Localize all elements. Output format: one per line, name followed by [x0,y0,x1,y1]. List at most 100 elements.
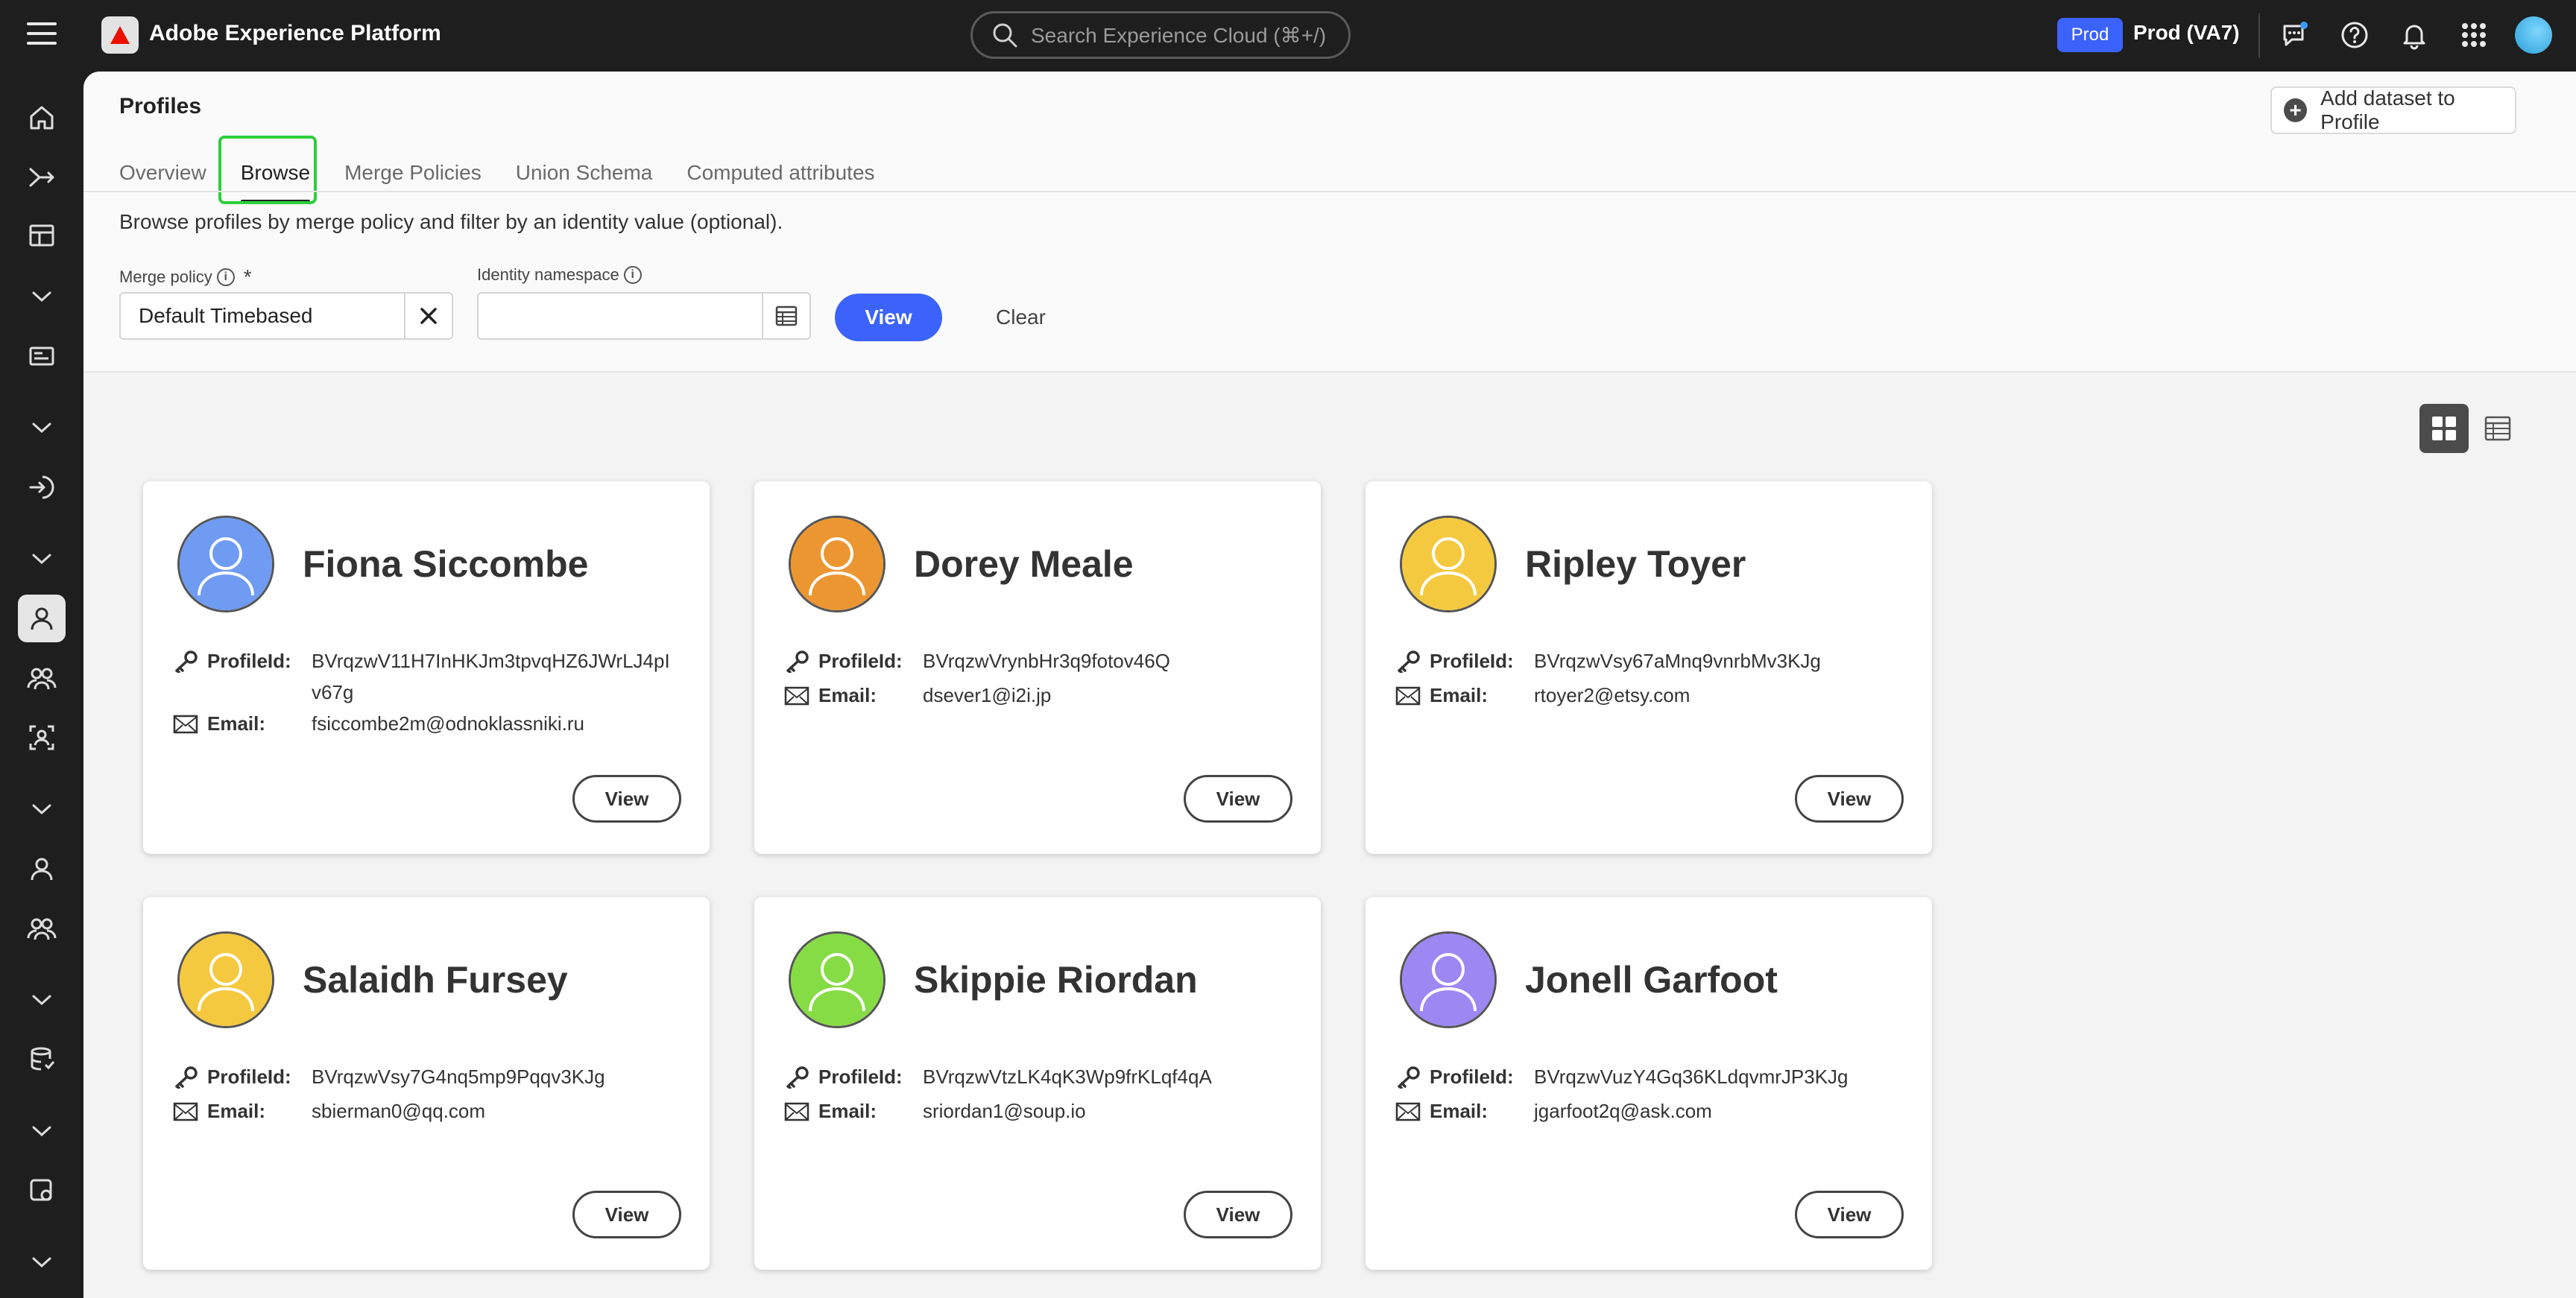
profile-card: Skippie Riordan ProfileId: BVrqzwVtzLK4q… [754,897,1321,1270]
profile-id-label: ProfileId: [818,1066,903,1088]
profile-id-row: ProfileId: BVrqzwVsy67aMnq9vnrbMv3KJg [1395,650,1899,677]
view-profile-button[interactable]: View [1795,1191,1904,1238]
tab-computed-attributes[interactable]: Computed attributes [686,152,874,197]
page-description: Browse profiles by merge policy and filt… [119,210,783,233]
profile-id-value: BVrqzwVsy7G4nq5mp9Pqqv3KJg [312,1066,605,1088]
mail-icon [1395,1100,1430,1124]
email-value: sbierman0@qq.com [312,1100,486,1122]
key-icon [1395,650,1430,674]
menu-icon[interactable] [27,22,57,48]
view-profile-button[interactable]: View [572,1191,681,1238]
customer-icon[interactable] [18,845,66,893]
catalog-icon[interactable] [18,332,66,380]
tab-merge-policies[interactable]: Merge Policies [344,152,482,197]
namespace-picker-button[interactable] [762,294,809,338]
info-icon[interactable]: i [216,268,235,286]
chevron-down-icon[interactable] [18,404,66,452]
app-title[interactable]: Adobe Experience Platform [149,21,441,46]
email-label: Email: [207,1100,266,1122]
profile-id-row: ProfileId: BVrqzwVrynbHr3q9fotov46Q [784,650,1288,677]
profile-id-label: ProfileId: [818,650,903,672]
profile-avatar [789,516,886,612]
profile-card: Fiona Siccombe ProfileId: BVrqzwV11H7InH… [143,481,710,854]
mail-icon [784,1100,818,1124]
clear-merge-policy-button[interactable] [404,294,452,338]
profile-id-row: ProfileId: BVrqzwVtzLK4qK3Wp9frKLqf4qA [784,1066,1288,1092]
identity-namespace-label: Identity namespace i [477,265,642,285]
accounts-icon[interactable] [18,905,66,952]
profile-id-label: ProfileId: [1430,1066,1514,1088]
merge-policy-select[interactable]: Default Timebased [119,292,453,340]
page-header: Profiles + Add dataset to Profile Overvi… [83,72,2576,373]
identities-icon[interactable] [18,714,66,762]
person-icon [180,934,272,1026]
profile-id-value: BVrqzwVsy67aMnq9vnrbMv3KJg [1534,650,1821,672]
add-icon: + [2284,98,2308,122]
sources-icon[interactable] [18,463,66,511]
person-icon [791,518,883,610]
card-view-toggle[interactable] [2419,404,2469,453]
key-icon [784,1066,818,1089]
settings-icon[interactable] [18,1167,66,1215]
dashboards-icon[interactable] [18,212,66,259]
profile-name: Jonell Garfoot [1525,959,1778,1001]
environment-name[interactable]: Prod (VA7) [2133,21,2240,45]
datasets-icon[interactable] [18,1036,66,1083]
tab-union-schema[interactable]: Union Schema [516,152,653,197]
email-row: Email: sbierman0@qq.com [173,1100,677,1127]
chevron-down-icon[interactable] [18,1238,66,1286]
key-icon [173,1066,207,1089]
home-icon[interactable] [18,94,66,142]
view-profile-button[interactable]: View [1184,775,1292,823]
close-icon [420,308,437,324]
add-dataset-button[interactable]: + Add dataset to Profile [2270,86,2516,134]
table-view-icon [2484,416,2511,441]
email-row: Email: jgarfoot2q@ask.com [1395,1100,1899,1127]
profile-id-value: BVrqzwVtzLK4qK3Wp9frKLqf4qA [923,1066,1212,1088]
profiles-icon[interactable] [18,595,66,642]
search-placeholder: Search Experience Cloud (⌘+/) [1031,23,1327,47]
environment-badge[interactable]: Prod [2057,18,2123,52]
profile-card: Ripley Toyer ProfileId: BVrqzwVsy67aMnq9… [1366,481,1932,854]
person-icon [791,934,883,1026]
view-button[interactable]: View [835,294,942,341]
profile-name: Salaidh Fursey [303,959,568,1001]
chevron-down-icon[interactable] [18,1107,66,1155]
divider [2258,13,2260,58]
clear-button[interactable]: Clear [996,305,1046,329]
email-label: Email: [1430,1100,1489,1122]
feedback-icon[interactable] [2278,18,2312,52]
search-input[interactable]: Search Experience Cloud (⌘+/) [970,11,1351,59]
info-icon[interactable]: i [623,266,642,284]
table-view-toggle[interactable] [2473,404,2522,453]
chevron-down-icon[interactable] [18,273,66,320]
profile-avatar [1400,516,1497,612]
chevron-down-icon[interactable] [18,785,66,833]
chevron-down-icon[interactable] [18,535,66,583]
mail-icon [1395,684,1430,708]
search-icon [993,23,1017,48]
view-profile-button[interactable]: View [572,775,681,823]
tab-overview[interactable]: Overview [119,152,206,197]
email-row: Email: sriordan1@soup.io [784,1100,1288,1127]
notifications-icon[interactable] [2397,18,2431,52]
person-icon [180,518,272,610]
view-profile-button[interactable]: View [1184,1191,1292,1238]
help-icon[interactable] [2337,18,2372,52]
email-label: Email: [818,684,877,706]
profile-id-row: ProfileId: BVrqzwVsy7G4nq5mp9Pqqv3KJg [173,1066,677,1092]
identity-namespace-label-text: Identity namespace [477,265,619,284]
main-content: Profiles + Add dataset to Profile Overvi… [83,72,2576,1298]
user-avatar[interactable] [2515,16,2552,54]
profile-id-value: BVrqzwVrynbHr3q9fotov46Q [923,650,1170,672]
workflows-icon[interactable] [18,153,66,201]
identity-namespace-field[interactable] [477,292,811,340]
required-asterisk-icon: * [243,265,252,288]
chevron-down-icon[interactable] [18,976,66,1024]
audiences-icon[interactable] [18,654,66,702]
profile-id-row: ProfileId: BVrqzwVuzY4Gq36KLdqvmrJP3KJg [1395,1066,1899,1092]
view-profile-button[interactable]: View [1795,775,1904,823]
apps-grid-icon[interactable] [2457,18,2491,52]
adobe-logo-icon[interactable] [101,16,139,54]
profile-name: Dorey Meale [914,543,1134,585]
